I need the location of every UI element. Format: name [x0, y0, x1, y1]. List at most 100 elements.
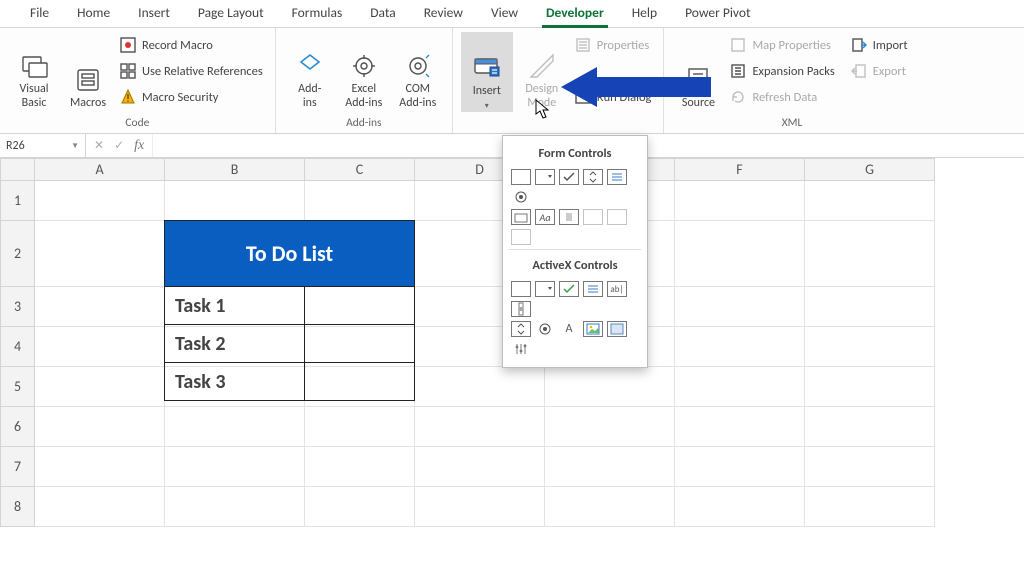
activex-image[interactable] — [583, 321, 603, 337]
cell-B1[interactable] — [165, 181, 305, 221]
fx-icon[interactable]: fx — [134, 138, 144, 154]
properties-button[interactable]: Properties — [571, 32, 656, 58]
tab-developer[interactable]: Developer — [532, 0, 618, 27]
col-header-F[interactable]: F — [675, 159, 805, 181]
expansion-packs-button[interactable]: Expansion Packs — [726, 58, 838, 84]
cell-C1[interactable] — [305, 181, 415, 221]
tab-home[interactable]: Home — [63, 0, 124, 27]
excel-addins-button[interactable]: Excel Add-ins — [338, 32, 390, 112]
row-header-8[interactable]: 8 — [1, 487, 35, 527]
cell-G4[interactable] — [805, 327, 935, 367]
macros-button[interactable]: Macros — [62, 32, 114, 112]
tab-power-pivot[interactable]: Power Pivot — [671, 0, 764, 27]
cell-C8[interactable] — [305, 487, 415, 527]
tab-view[interactable]: View — [477, 0, 532, 27]
row-header-6[interactable]: 6 — [1, 407, 35, 447]
cell-F1[interactable] — [675, 181, 805, 221]
todo-task-cell[interactable]: Task 2 — [165, 325, 305, 363]
tab-review[interactable]: Review — [410, 0, 477, 27]
use-relative-references-button[interactable]: Use Relative References — [116, 58, 267, 84]
cell-G6[interactable] — [805, 407, 935, 447]
design-mode-button[interactable]: Design Mode — [515, 32, 569, 112]
select-all-corner[interactable] — [1, 159, 35, 181]
row-header-2[interactable]: 2 — [1, 221, 35, 287]
tab-help[interactable]: Help — [618, 0, 671, 27]
cell-C6[interactable] — [305, 407, 415, 447]
col-header-G[interactable]: G — [805, 159, 935, 181]
row-header-4[interactable]: 4 — [1, 327, 35, 367]
cell-E8[interactable] — [545, 487, 675, 527]
cell-B7[interactable] — [165, 447, 305, 487]
col-header-B[interactable]: B — [165, 159, 305, 181]
form-option-control[interactable] — [511, 189, 531, 205]
activex-check-box[interactable] — [559, 281, 579, 297]
cell-B6[interactable] — [165, 407, 305, 447]
row-header-1[interactable]: 1 — [1, 181, 35, 221]
cell-A6[interactable] — [35, 407, 165, 447]
com-addins-button[interactable]: COM Add-ins — [392, 32, 444, 112]
activex-command-button[interactable] — [511, 281, 531, 297]
form-spin-control[interactable] — [583, 169, 603, 185]
cell-G1[interactable] — [805, 181, 935, 221]
record-macro-button[interactable]: Record Macro — [116, 32, 267, 58]
tab-formulas[interactable]: Formulas — [278, 0, 357, 27]
row-header-3[interactable]: 3 — [1, 287, 35, 327]
cell-C7[interactable] — [305, 447, 415, 487]
enter-formula-icon[interactable]: ✓ — [114, 138, 124, 153]
cell-F2[interactable] — [675, 221, 805, 287]
form-groupbox-control[interactable] — [511, 209, 531, 225]
insert-controls-button[interactable]: Insert ▾ — [461, 32, 513, 112]
todo-check-cell[interactable] — [305, 287, 415, 325]
activex-scroll-bar[interactable] — [511, 301, 531, 317]
cell-A8[interactable] — [35, 487, 165, 527]
source-button[interactable]: Source — [672, 32, 724, 112]
form-checkbox-control[interactable] — [559, 169, 579, 185]
cell-G5[interactable] — [805, 367, 935, 407]
tab-page-layout[interactable]: Page Layout — [184, 0, 278, 27]
addins-button[interactable]: Add- ins — [284, 32, 336, 112]
cell-E7[interactable] — [545, 447, 675, 487]
cell-D5[interactable] — [415, 367, 545, 407]
row-header-7[interactable]: 7 — [1, 447, 35, 487]
cell-F4[interactable] — [675, 327, 805, 367]
cell-E5[interactable] — [545, 367, 675, 407]
activex-toggle-button[interactable] — [607, 321, 627, 337]
cell-A7[interactable] — [35, 447, 165, 487]
form-combo-control[interactable] — [535, 169, 555, 185]
cell-F5[interactable] — [675, 367, 805, 407]
import-button[interactable]: Import — [847, 32, 912, 58]
cell-A3[interactable] — [35, 287, 165, 327]
name-box-dropdown-icon[interactable]: ▼ — [71, 141, 79, 151]
row-header-5[interactable]: 5 — [1, 367, 35, 407]
cell-A1[interactable] — [35, 181, 165, 221]
cell-F7[interactable] — [675, 447, 805, 487]
activex-spin-button[interactable] — [511, 321, 531, 337]
cell-G8[interactable] — [805, 487, 935, 527]
activex-text-box[interactable]: ab| — [607, 281, 627, 297]
activex-more-controls[interactable] — [511, 341, 531, 357]
refresh-data-button[interactable]: Refresh Data — [726, 84, 838, 110]
cell-E6[interactable] — [545, 407, 675, 447]
visual-basic-button[interactable]: Visual Basic — [8, 32, 60, 112]
activex-option-button[interactable] — [535, 321, 555, 337]
cell-F8[interactable] — [675, 487, 805, 527]
cell-F3[interactable] — [675, 287, 805, 327]
cell-D6[interactable] — [415, 407, 545, 447]
activex-list-box[interactable] — [583, 281, 603, 297]
cancel-formula-icon[interactable]: ✕ — [94, 138, 104, 153]
form-button-control[interactable] — [511, 169, 531, 185]
cell-D7[interactable] — [415, 447, 545, 487]
todo-task-cell[interactable]: Task 1 — [165, 287, 305, 325]
tab-data[interactable]: Data — [356, 0, 409, 27]
activex-label[interactable]: A — [559, 321, 579, 337]
run-dialog-button[interactable]: Run Dialog — [571, 84, 656, 110]
macro-security-button[interactable]: Macro Security — [116, 84, 267, 110]
cell-A2[interactable] — [35, 221, 165, 287]
cell-A5[interactable] — [35, 367, 165, 407]
todo-check-cell[interactable] — [305, 325, 415, 363]
col-header-C[interactable]: C — [305, 159, 415, 181]
todo-check-cell[interactable] — [305, 363, 415, 401]
todo-task-cell[interactable]: Task 3 — [165, 363, 305, 401]
cell-G2[interactable] — [805, 221, 935, 287]
map-properties-button[interactable]: Map Properties — [726, 32, 838, 58]
